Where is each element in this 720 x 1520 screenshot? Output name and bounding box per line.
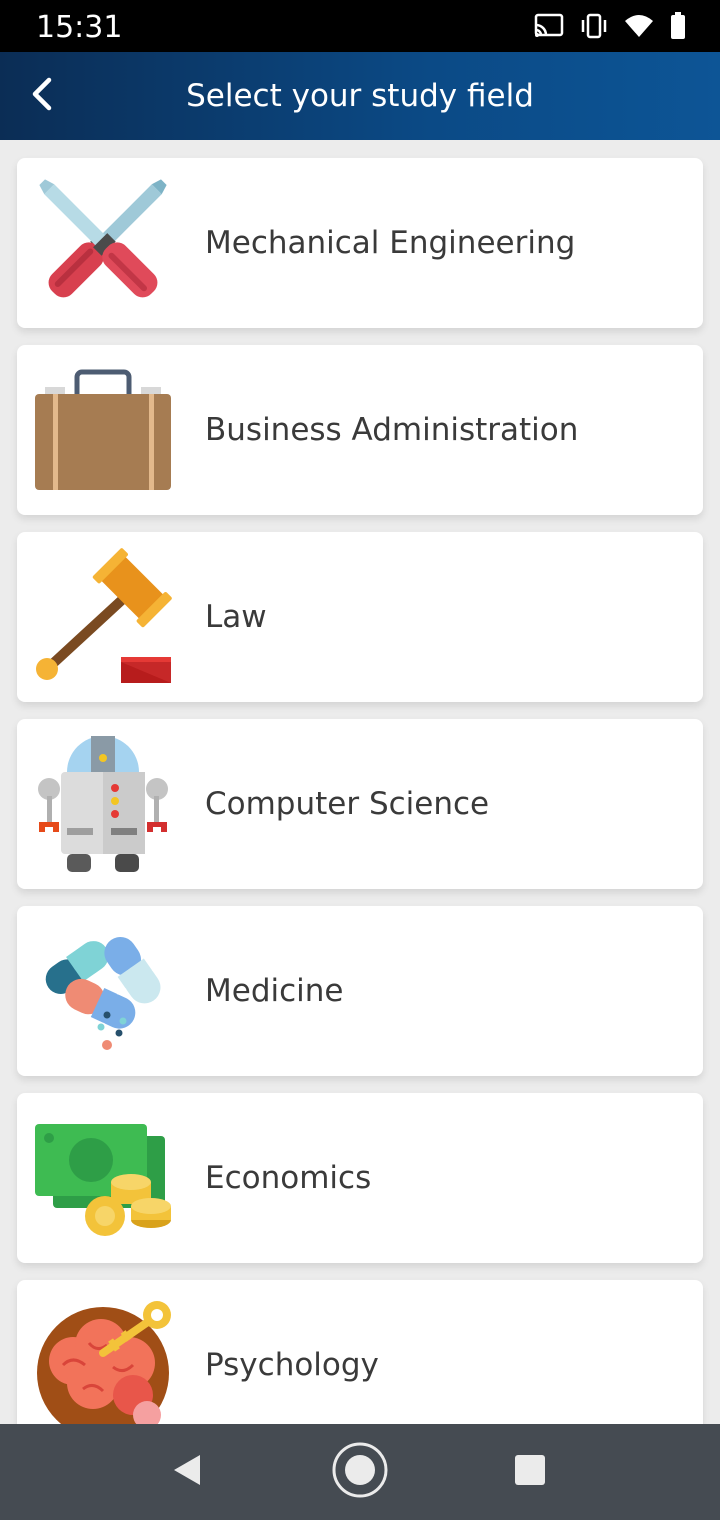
- money-coins-icon: [33, 1108, 173, 1248]
- field-card-law[interactable]: Law: [17, 532, 703, 702]
- field-card-mechanical-engineering[interactable]: Mechanical Engineering: [17, 158, 703, 328]
- nav-home-button[interactable]: [332, 1442, 388, 1503]
- pills-icon: [33, 921, 173, 1061]
- nav-recents-icon: [514, 1454, 546, 1491]
- navigation-bar: [0, 1424, 720, 1520]
- nav-home-icon: [332, 1442, 388, 1503]
- field-card-computer-science[interactable]: Computer Science: [17, 719, 703, 889]
- gavel-icon: [33, 547, 173, 687]
- field-card-economics[interactable]: Economics: [17, 1093, 703, 1263]
- field-label: Law: [205, 599, 267, 635]
- vibrate-icon: [580, 13, 608, 44]
- nav-back-button[interactable]: [160, 1444, 216, 1500]
- robot-icon: [33, 734, 173, 874]
- field-label: Computer Science: [205, 786, 490, 822]
- field-label: Psychology: [205, 1347, 379, 1383]
- field-label: Medicine: [205, 973, 344, 1009]
- crossed-screwdrivers-icon: [33, 173, 173, 313]
- nav-back-icon: [172, 1453, 204, 1492]
- status-bar: 15:31: [0, 0, 720, 52]
- status-time: 15:31: [36, 10, 123, 45]
- nav-recents-button[interactable]: [502, 1444, 558, 1500]
- field-label: Business Administration: [205, 412, 579, 448]
- field-card-psychology[interactable]: Psychology: [17, 1280, 703, 1424]
- field-card-business-administration[interactable]: Business Administration: [17, 345, 703, 515]
- status-icons: [534, 12, 686, 45]
- battery-icon: [670, 12, 686, 45]
- cast-icon: [534, 13, 564, 44]
- field-label: Mechanical Engineering: [205, 225, 576, 261]
- app-bar: Select your study field: [0, 52, 720, 140]
- brain-key-icon: [33, 1295, 173, 1424]
- page-title: Select your study field: [186, 78, 534, 114]
- field-label: Economics: [205, 1160, 372, 1196]
- briefcase-icon: [33, 360, 173, 500]
- wifi-icon: [624, 13, 654, 44]
- field-card-medicine[interactable]: Medicine: [17, 906, 703, 1076]
- study-field-list: Mechanical Engineering Business Administ…: [0, 140, 720, 1424]
